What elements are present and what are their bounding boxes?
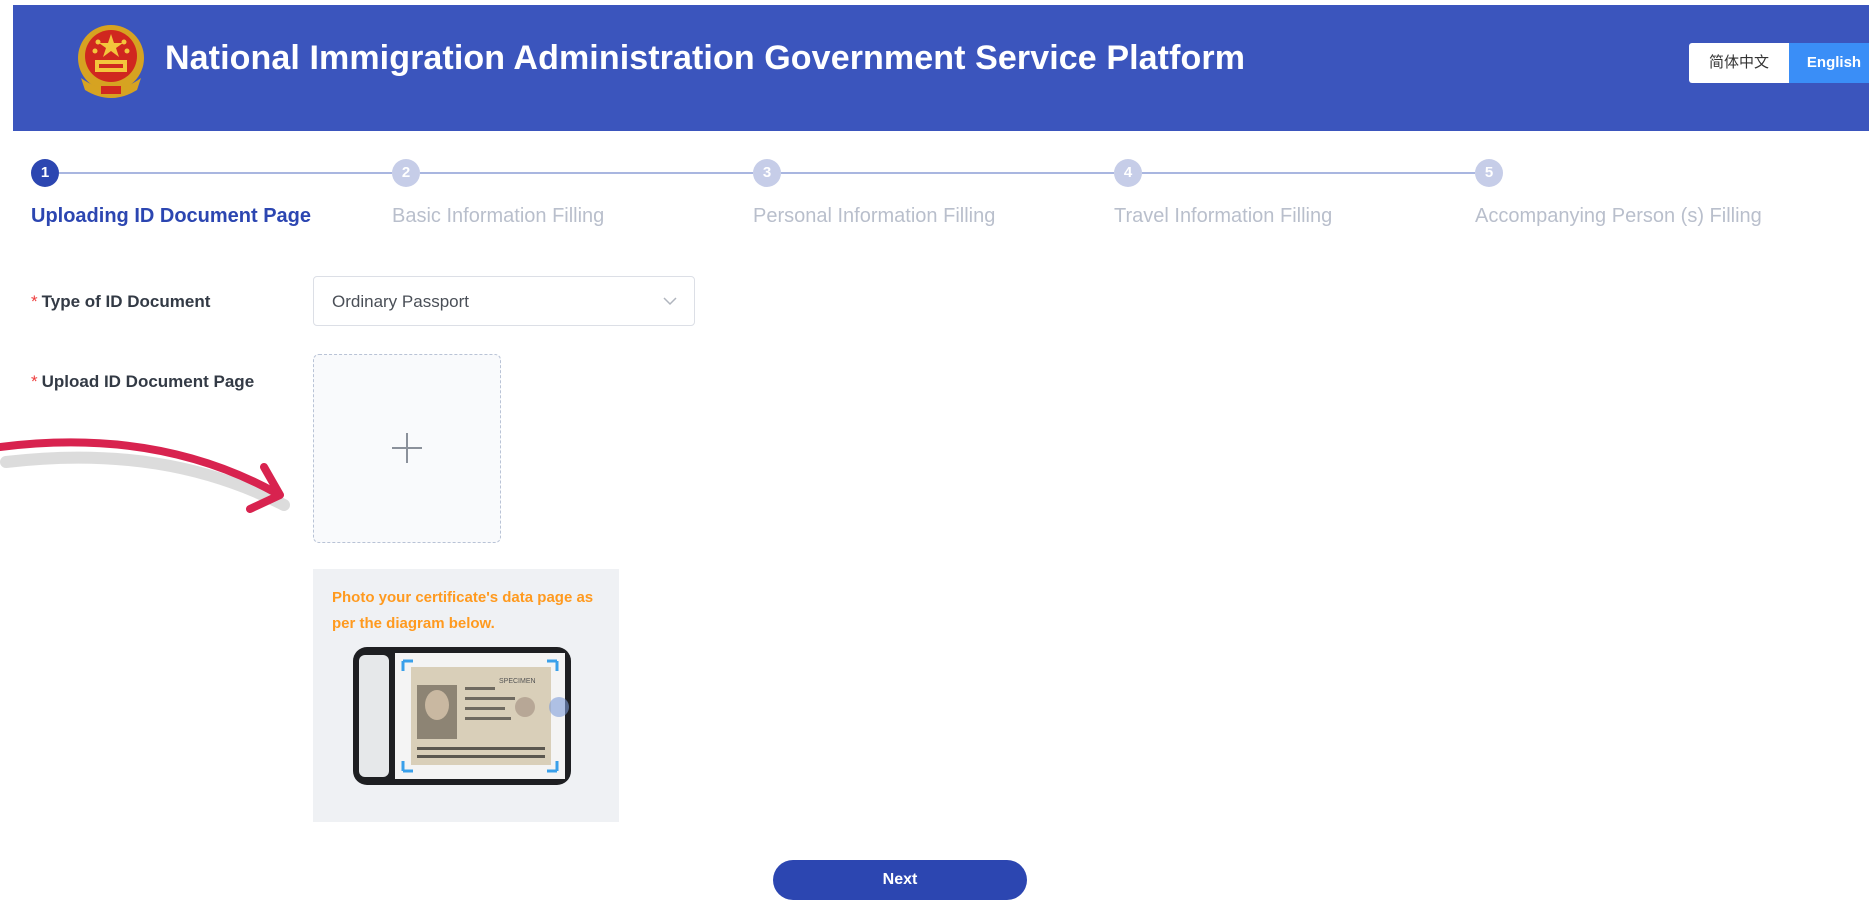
progress-steps: 1 2 3 4 5 Uploading ID Document Page Bas…	[0, 155, 1869, 235]
step-connector	[1142, 172, 1475, 174]
language-switch: 简体中文 English	[1689, 43, 1869, 83]
step-3-number: 3	[753, 159, 781, 187]
specimen-text: SPECIMEN	[499, 678, 536, 685]
plus-icon	[392, 433, 422, 463]
step-2-label: Basic Information Filling	[392, 205, 605, 227]
step-connector	[420, 172, 753, 174]
upload-label: * Upload ID Document Page	[31, 372, 254, 392]
document-type-label: * Type of ID Document	[31, 292, 210, 312]
lang-button-chinese[interactable]: 简体中文	[1689, 43, 1789, 83]
document-type-value: Ordinary Passport	[332, 292, 469, 311]
required-mark: *	[31, 372, 38, 391]
upload-label-text: Upload ID Document Page	[41, 372, 255, 391]
app-title: National Immigration Administration Gove…	[165, 39, 1246, 77]
upload-area[interactable]	[313, 354, 501, 543]
step-2-number: 2	[392, 159, 420, 187]
national-emblem-icon	[78, 25, 144, 98]
step-4-label: Travel Information Filling	[1114, 205, 1333, 227]
passport-photo-illustration: SPECIMEN	[353, 647, 571, 785]
step-4-number: 4	[1114, 159, 1142, 187]
step-1-number: 1	[31, 159, 59, 187]
lang-button-english[interactable]: English	[1789, 43, 1869, 83]
step-3-label: Personal Information Filling	[753, 205, 996, 227]
photo-guide-panel: Photo your certificate's data page as pe…	[313, 569, 619, 822]
header-bar: National Immigration Administration Gove…	[13, 5, 1869, 131]
step-5-number: 5	[1475, 159, 1503, 187]
chevron-down-icon	[663, 297, 677, 306]
photo-guide-text: Photo your certificate's data page as pe…	[332, 589, 594, 632]
step-connector	[59, 172, 392, 174]
step-5-label: Accompanying Person (s) Filling	[1475, 205, 1762, 227]
step-connector	[781, 172, 1114, 174]
required-mark: *	[31, 292, 38, 311]
next-button[interactable]: Next	[773, 860, 1027, 900]
annotation-arrow	[0, 438, 290, 513]
step-1-label: Uploading ID Document Page	[31, 205, 312, 227]
document-type-label-text: Type of ID Document	[41, 292, 211, 311]
document-type-select[interactable]: Ordinary Passport	[313, 276, 695, 326]
